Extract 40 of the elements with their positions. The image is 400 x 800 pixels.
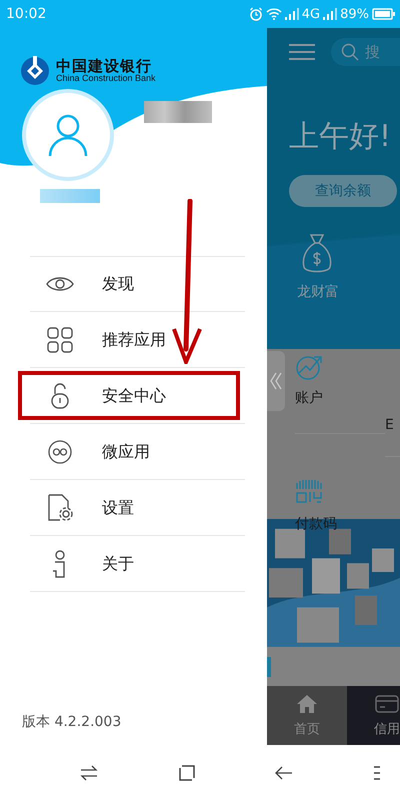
version-label: 版本 4.2.2.003 [22, 713, 122, 731]
eye-icon [46, 275, 74, 293]
wifi-icon [266, 8, 282, 20]
signal-icon [323, 8, 338, 20]
infinity-icon [46, 440, 74, 464]
greeting: 上午好! [289, 118, 392, 156]
search-icon [341, 43, 359, 61]
network-type: 4G [302, 6, 320, 22]
user-icon [48, 113, 88, 157]
grid-icon [46, 327, 74, 353]
battery-icon [372, 8, 396, 20]
menu-item[interactable]: 微应用 [0, 424, 267, 480]
signal-icon [284, 8, 299, 20]
alarm-icon [248, 7, 263, 21]
chevron-left-icon [270, 371, 282, 392]
tab[interactable]: 首页 [267, 686, 347, 745]
menu-item[interactable]: 推荐应用 [0, 312, 267, 368]
menu-item[interactable]: 设置 [0, 480, 267, 536]
collapse-handle[interactable] [267, 351, 285, 412]
bank-name-english: China Construction Bank [56, 74, 156, 84]
menu-icon[interactable] [374, 766, 380, 780]
money-bag-icon[interactable] [301, 233, 333, 275]
home-icon [296, 694, 318, 714]
switch-icon[interactable] [80, 764, 98, 780]
card-icon [375, 694, 399, 714]
settings-icon [46, 494, 74, 522]
menu-item[interactable]: 关于 [0, 536, 267, 592]
tab[interactable]: 信用 [347, 686, 400, 745]
menu-item[interactable]: 安全中心 [0, 368, 267, 424]
wealth-label: 龙财富 [297, 283, 340, 301]
back-icon[interactable] [275, 766, 294, 780]
battery-percent: 89% [340, 6, 369, 22]
status-time: 10:02 [6, 6, 46, 22]
blurred-username [144, 101, 212, 123]
menu-item[interactable]: 发现 [0, 256, 267, 312]
bank-name: 中国建设银行 [56, 58, 152, 74]
bank-logo-icon [20, 56, 50, 86]
blurred-account [40, 189, 100, 203]
shortcut[interactable]: 账户 [295, 349, 385, 434]
shortcut[interactable]: E [385, 349, 400, 458]
